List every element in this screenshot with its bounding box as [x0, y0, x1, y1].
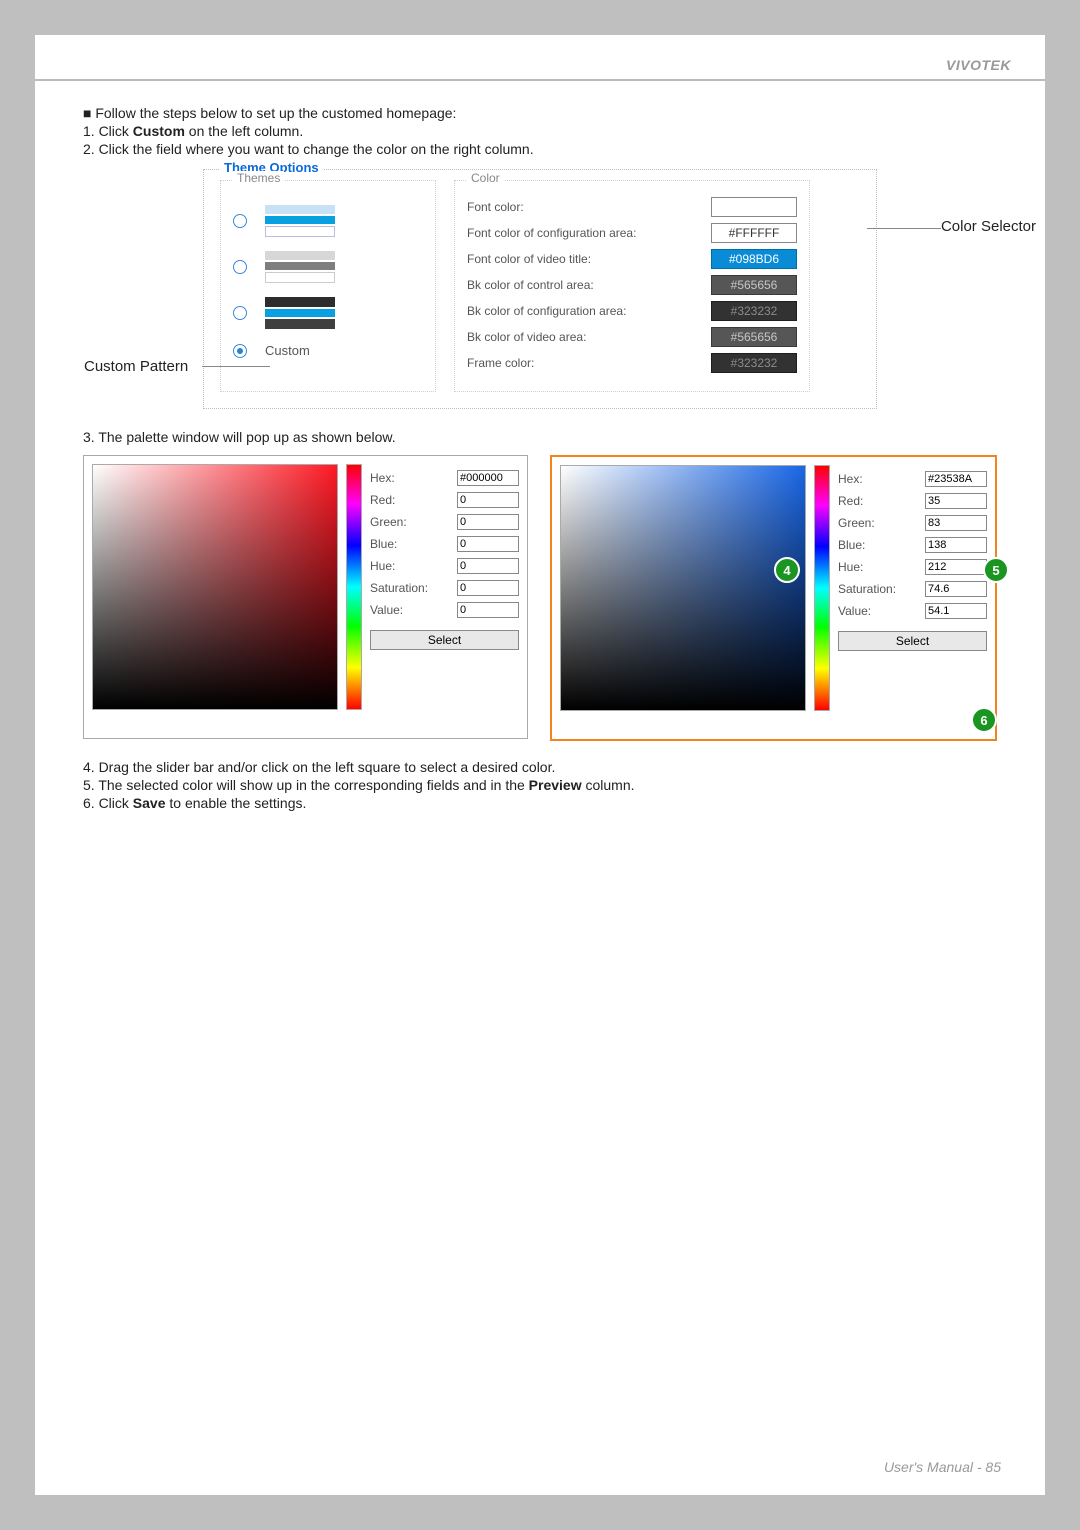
bold: Custom [133, 123, 185, 139]
swatch-font-color[interactable] [711, 197, 797, 217]
radio-icon[interactable] [233, 214, 247, 228]
bold: Save [133, 795, 166, 811]
text: 6. Click [83, 795, 133, 811]
blue-label: Blue: [370, 537, 397, 551]
text: column. [582, 777, 635, 793]
color-fields: Hex: Red: Green: Blue: Hue: Saturation: … [838, 465, 987, 731]
hue-label: Hue: [370, 559, 395, 573]
page-footer: User's Manual - 85 [884, 1459, 1001, 1475]
val-label: Value: [838, 604, 871, 618]
green-input[interactable] [925, 515, 987, 531]
color-box: Color Font color: Font color of configur… [454, 180, 810, 392]
swatch-font-video-title[interactable]: #098BD6 [711, 249, 797, 269]
hue-input[interactable] [457, 558, 519, 574]
theme-thumb [265, 297, 335, 329]
blue-label: Blue: [838, 538, 865, 552]
theme-option-custom[interactable]: Custom [233, 343, 423, 358]
label-font-config: Font color of configuration area: [467, 226, 636, 240]
green-input[interactable] [457, 514, 519, 530]
text: to enable the settings. [166, 795, 307, 811]
intro-line: ■ Follow the steps below to set up the c… [83, 105, 997, 121]
step-1: 1. Click Custom on the left column. [83, 123, 997, 139]
select-button[interactable]: Select [370, 630, 519, 650]
red-label: Red: [370, 493, 395, 507]
hue-slider[interactable] [814, 465, 830, 711]
sat-label: Saturation: [370, 581, 428, 595]
bubble-5: 5 [983, 557, 1009, 583]
swatch-font-config[interactable]: #FFFFFF [711, 223, 797, 243]
label-frame-color: Frame color: [467, 356, 534, 370]
theme-option-3[interactable] [233, 297, 423, 329]
color-label: Color [467, 171, 504, 185]
swatch-bk-control[interactable]: #565656 [711, 275, 797, 295]
label-bk-video: Bk color of video area: [467, 330, 586, 344]
swatch-bk-video[interactable]: #565656 [711, 327, 797, 347]
label-bk-config: Bk color of configuration area: [467, 304, 626, 318]
themes-label: Themes [233, 171, 284, 185]
val-label: Value: [370, 603, 403, 617]
step-5: 5. The selected color will show up in th… [83, 777, 997, 793]
step-3: 3. The palette window will pop up as sho… [83, 429, 997, 445]
red-input[interactable] [925, 493, 987, 509]
custom-label: Custom [265, 343, 310, 358]
text: 5. The selected color will show up in th… [83, 777, 529, 793]
brand-header: VIVOTEK [35, 35, 1045, 79]
palette-right: Hex: Red: Green: Blue: Hue: Saturation: … [550, 455, 997, 741]
hue-label: Hue: [838, 560, 863, 574]
step-4: 4. Drag the slider bar and/or click on t… [83, 759, 997, 775]
sat-input[interactable] [925, 581, 987, 597]
select-button[interactable]: Select [838, 631, 987, 651]
radio-icon[interactable] [233, 260, 247, 274]
sv-area[interactable] [92, 464, 338, 710]
sat-input[interactable] [457, 580, 519, 596]
theme-thumb [265, 205, 335, 237]
hex-label: Hex: [370, 471, 395, 485]
hex-input[interactable] [925, 471, 987, 487]
text: on the left column. [185, 123, 303, 139]
blue-input[interactable] [457, 536, 519, 552]
radio-icon[interactable] [233, 306, 247, 320]
swatch-frame-color[interactable]: #323232 [711, 353, 797, 373]
theme-thumb [265, 251, 335, 283]
swatch-bk-config[interactable]: #323232 [711, 301, 797, 321]
green-label: Green: [370, 515, 407, 529]
blue-input[interactable] [925, 537, 987, 553]
bold: Preview [529, 777, 582, 793]
hex-input[interactable] [457, 470, 519, 486]
theme-option-1[interactable] [233, 205, 423, 237]
step-6: 6. Click Save to enable the settings. [83, 795, 997, 811]
hue-input[interactable] [925, 559, 987, 575]
palette-left: Hex: Red: Green: Blue: Hue: Saturation: … [83, 455, 528, 739]
theme-option-2[interactable] [233, 251, 423, 283]
label-bk-control: Bk color of control area: [467, 278, 594, 292]
step-2: 2. Click the field where you want to cha… [83, 141, 997, 157]
theme-options-panel: Theme Options Custom Pattern Color Selec… [203, 169, 877, 409]
color-fields: Hex: Red: Green: Blue: Hue: Saturation: … [370, 464, 519, 730]
themes-box: Themes [220, 180, 436, 392]
hex-label: Hex: [838, 472, 863, 486]
red-label: Red: [838, 494, 863, 508]
text: 1. Click [83, 123, 133, 139]
sat-label: Saturation: [838, 582, 896, 596]
bubble-4: 4 [774, 557, 800, 583]
val-input[interactable] [925, 603, 987, 619]
green-label: Green: [838, 516, 875, 530]
label-font-video-title: Font color of video title: [467, 252, 591, 266]
sv-area[interactable] [560, 465, 806, 711]
callout-custom-pattern: Custom Pattern [84, 358, 202, 375]
radio-icon[interactable] [233, 344, 247, 358]
divider [35, 79, 1045, 81]
hue-slider[interactable] [346, 464, 362, 710]
bubble-6: 6 [971, 707, 997, 733]
val-input[interactable] [457, 602, 519, 618]
callout-color-selector: Color Selector [941, 218, 1036, 235]
red-input[interactable] [457, 492, 519, 508]
label-font-color: Font color: [467, 200, 524, 214]
